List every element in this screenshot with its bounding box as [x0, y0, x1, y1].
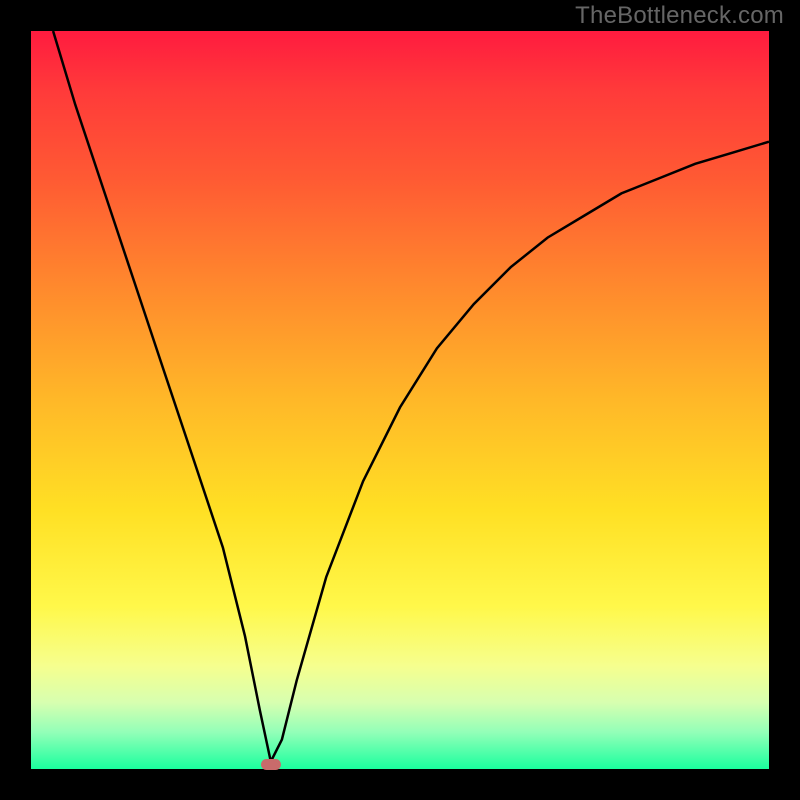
bottleneck-curve [31, 31, 769, 769]
plot-area [31, 31, 769, 769]
chart-frame: TheBottleneck.com [0, 0, 800, 800]
watermark-label: TheBottleneck.com [575, 2, 784, 30]
curve-path [53, 31, 769, 762]
minimum-marker [261, 759, 281, 770]
